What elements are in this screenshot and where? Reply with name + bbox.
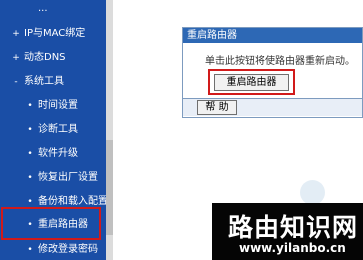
sidebar: ... + IP与MAC绑定 + 动态DNS - 系统工具 • 时间设置 • 诊断工具 •… — [0, 0, 108, 260]
sidebar-item-label: 诊断工具 — [38, 124, 78, 135]
sidebar-item-label: IP与MAC绑定 — [24, 28, 86, 39]
bullet-icon: • — [27, 173, 33, 183]
watermark-logo-icon — [300, 180, 325, 205]
sidebar-item-ip-mac-binding[interactable]: + IP与MAC绑定 — [12, 25, 85, 43]
bullet-icon: • — [27, 245, 33, 255]
reboot-button-highlight: 重启路由器 — [208, 69, 295, 95]
sidebar-item-change-password[interactable]: • 修改登录密码 — [26, 241, 98, 259]
help-button[interactable]: 帮 助 — [197, 100, 237, 115]
sidebar-item-label: 软件升级 — [38, 148, 78, 159]
sidebar-item-time-settings[interactable]: • 时间设置 — [26, 97, 78, 115]
collapse-icon: - — [14, 77, 18, 87]
sidebar-item-factory-reset[interactable]: • 恢复出厂设置 — [26, 169, 98, 187]
sidebar-item-label: 系统工具 — [24, 76, 64, 87]
sidebar-item-ddns[interactable]: + 动态DNS — [12, 49, 66, 67]
sidebar-item-label: 修改登录密码 — [38, 244, 98, 255]
watermark-title: 路由知识网 — [228, 213, 359, 242]
expand-icon: + — [12, 53, 20, 63]
bullet-icon: • — [27, 149, 33, 159]
panel-title: 重启路由器 — [183, 28, 362, 43]
sidebar-item-label: 动态DNS — [24, 52, 66, 63]
sidebar-item-diagnostics[interactable]: • 诊断工具 — [26, 121, 78, 139]
sidebar-item-firmware-upgrade[interactable]: • 软件升级 — [26, 145, 78, 163]
reboot-button[interactable]: 重启路由器 — [214, 74, 289, 91]
watermark-url: www.yilanbo.cn — [239, 241, 346, 255]
expand-icon: + — [12, 29, 20, 39]
sidebar-item-label: 备份和载入配置 — [38, 196, 108, 207]
bullet-icon: • — [27, 125, 33, 135]
panel-footer: 帮 助 — [183, 98, 362, 116]
sidebar-item-system-tools[interactable]: - 系统工具 — [12, 73, 64, 91]
panel-description: 单击此按钮将使路由器重新启动。 — [205, 56, 355, 67]
watermark: 路由知识网 www.yilanbo.cn — [212, 203, 363, 260]
sidebar-item-label: 时间设置 — [38, 100, 78, 111]
sidebar-highlight-box — [1, 207, 101, 240]
reboot-panel: 重启路由器 单击此按钮将使路由器重新启动。 重启路由器 帮 助 — [182, 27, 363, 118]
sidebar-item-label: 恢复出厂设置 — [38, 172, 98, 183]
sidebar-item-label: ... — [38, 3, 48, 14]
scrollbar-thumb[interactable] — [106, 140, 113, 235]
sidebar-item-truncated[interactable]: ... — [26, 0, 48, 18]
bullet-icon: • — [27, 101, 33, 111]
